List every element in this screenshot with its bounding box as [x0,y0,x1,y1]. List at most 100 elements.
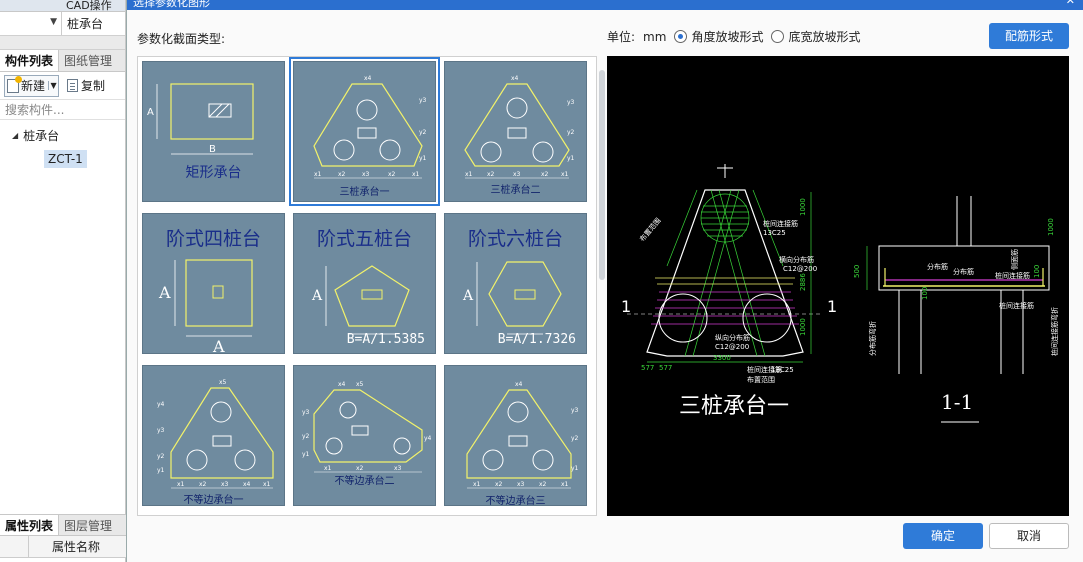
svg-text:C12@200: C12@200 [715,343,749,351]
tab-layer-manage[interactable]: 图层管理 [59,515,117,535]
step-four-drawing: A A [158,259,253,355]
shape-unequal-2[interactable]: x1 x2 x3 x4 x5 y3 y2 y1 y4 不等边承台二 [293,365,436,506]
svg-text:y3: y3 [302,409,310,416]
svg-text:y2: y2 [302,433,310,440]
copy-button-label: 复制 [81,79,106,93]
shape-three-pile-1[interactable]: x1 x2 x3 x2 x1 x4 y3 y2 y1 三桩承台一 [289,57,440,206]
new-file-icon [7,75,22,93]
svg-text:x1: x1 [465,171,473,178]
svg-text:A: A [158,283,171,302]
cad-ops-tab[interactable]: CAD操作 [0,0,125,12]
svg-text:y3: y3 [419,97,427,104]
svg-text:x4: x4 [243,481,251,488]
svg-text:x1: x1 [177,481,185,488]
shape-step-six-pile[interactable]: 阶式六桩台 A B=A/1.7326 [444,213,587,354]
svg-text:y3: y3 [157,427,165,434]
shape-label: 不等边承台三 [485,496,546,507]
svg-text:x1: x1 [473,481,481,488]
svg-text:x2: x2 [199,481,207,488]
tree-node-root[interactable]: ◢ 桩承台 [0,125,125,145]
svg-text:3300: 3300 [713,354,731,362]
spacer [0,36,125,50]
svg-text:2886: 2886 [799,273,807,291]
shape-label: 矩形承台 [185,165,242,181]
ok-button[interactable]: 确定 [903,523,983,549]
copy-button[interactable]: 复制 [63,77,105,94]
svg-text:y2: y2 [419,129,427,136]
svg-text:x5: x5 [219,379,227,386]
tree-node-zct1[interactable]: ZCT-1 [44,150,87,168]
type-combo-value: 桩承台 [67,17,104,31]
svg-text:y1: y1 [302,451,310,458]
svg-text:x1: x1 [561,481,569,488]
three-pile-1-drawing: x1 x2 x3 x2 x1 x4 y3 y2 y1 [313,75,427,179]
svg-text:y1: y1 [567,155,575,162]
section-mark-right: 1 [827,297,837,316]
svg-text:x2: x2 [539,481,547,488]
close-icon[interactable]: ✕ [1066,0,1075,6]
svg-text:横向分布筋: 横向分布筋 [779,255,814,264]
svg-text:纵向分布筋: 纵向分布筋 [715,333,750,342]
tab-drawing-manage[interactable]: 图纸管理 [59,50,117,71]
copy-icon [67,79,79,92]
svg-text:13C25: 13C25 [763,229,786,237]
svg-text:1000: 1000 [799,318,807,336]
property-name-header: 属性名称 [0,536,126,558]
svg-text:x2: x2 [356,465,364,472]
shape-step-five-pile[interactable]: 阶式五桩台 A B=A/1.5385 [293,213,436,354]
svg-text:x2: x2 [338,171,346,178]
radio-unchecked-icon[interactable] [771,30,785,43]
svg-text:500: 500 [853,265,861,278]
bottom-tabs: 属性列表 图层管理 [0,514,126,536]
cancel-button[interactable]: 取消 [989,523,1069,549]
shape-three-pile-2[interactable]: x1 x2 x3 x2 x1 x4 y3 y2 y1 三桩承台二 [444,61,587,202]
component-tree: ◢ 桩承台 ZCT-1 [0,120,125,168]
search-input[interactable]: 搜索构件... [0,100,125,120]
svg-text:A: A [462,288,474,304]
svg-text:分布筋: 分布筋 [953,267,974,276]
svg-text:x1: x1 [314,171,322,178]
svg-text:x2: x2 [541,171,549,178]
unequal-1-drawing: x1 x2 x3 x4 x1 x5 y4 y3 y2 y1 [157,379,274,489]
dim-B: B [209,144,216,155]
svg-text:分布筋: 分布筋 [927,262,948,271]
svg-text:100: 100 [1033,265,1041,278]
component-toolbar: 新建 ▼ 复制 [0,72,125,100]
svg-text:577: 577 [659,364,672,372]
unit-options: 单位: mm 角度放坡形式 底宽放坡形式 [607,28,860,45]
shape-unequal-3[interactable]: x1 x2 x3 x2 x1 x4 y3 y2 y1 不等边承台三 [444,365,587,507]
radio-width-slope[interactable]: 底宽放坡形式 [771,28,860,45]
new-button[interactable]: 新建 ▼ [4,74,60,97]
svg-text:x3: x3 [362,171,370,178]
tab-property-list[interactable]: 属性列表 [0,515,60,535]
svg-text:1000: 1000 [799,198,807,216]
chevron-down-icon[interactable]: ▼ [48,81,58,90]
svg-text:x3: x3 [517,481,525,488]
shape-formula: B=A/1.7326 [497,332,576,347]
shape-grid: A B 矩形承台 x1 x2 x3 x2 x1 x4 y3 y2 y1 三桩承台… [137,56,597,516]
shape-step-four-pile[interactable]: 阶式四桩台 A A [142,213,285,355]
svg-text:100: 100 [921,287,929,300]
svg-text:布置范围: 布置范围 [638,216,663,243]
radio-angle-slope[interactable]: 角度放坡形式 [674,28,763,45]
shape-unequal-1[interactable]: x1 x2 x3 x4 x1 x5 y4 y3 y2 y1 不等边承台一 [142,365,285,506]
rebar-form-button[interactable]: 配筋形式 [989,23,1069,49]
svg-text:13C25: 13C25 [771,366,794,374]
grid-scrollbar[interactable] [599,70,605,280]
shape-rect-cap[interactable]: A B 矩形承台 [142,61,285,202]
svg-text:桩间连接筋: 桩间连接筋 [999,301,1034,310]
svg-text:x3: x3 [513,171,521,178]
radio-checked-icon[interactable] [674,30,688,43]
type-combo[interactable]: ▼ 桩承台 [0,12,125,36]
expand-triangle-icon[interactable]: ◢ [12,131,18,140]
svg-text:x2: x2 [388,171,396,178]
svg-text:y1: y1 [571,465,579,472]
category-select[interactable]: ▼ [0,12,62,35]
svg-text:x1: x1 [412,171,420,178]
shape-label: 三桩承台一 [339,187,390,198]
radio-width-label: 底宽放坡形式 [788,30,861,44]
dialog-title: 选择参数化图形 [133,0,210,9]
parametric-shape-dialog: 选择参数化图形 ✕ 参数化截面类型: 单位: mm 角度放坡形式 底宽放坡形式 … [126,0,1083,562]
svg-text:x3: x3 [221,481,229,488]
tab-component-list[interactable]: 构件列表 [0,50,60,71]
